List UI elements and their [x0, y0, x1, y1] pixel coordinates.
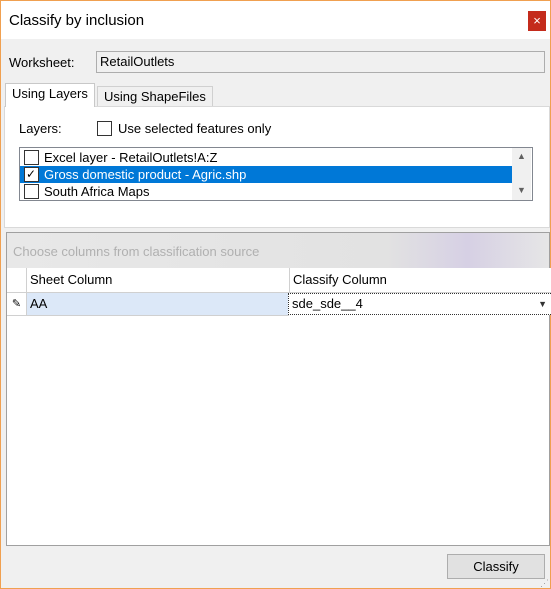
edit-row-icon: ✎ — [7, 293, 27, 316]
layer-item-south-africa[interactable]: South Africa Maps — [20, 183, 512, 200]
layer-checkbox[interactable] — [24, 184, 39, 199]
layer-item-gdp[interactable]: ✓ Gross domestic product - Agric.shp — [20, 166, 512, 183]
layer-checkbox[interactable]: ✓ — [24, 167, 39, 182]
use-selected-checkbox[interactable] — [97, 121, 112, 136]
layer-label: South Africa Maps — [44, 184, 150, 199]
grid-caption-bar: Choose columns from classification sourc… — [7, 233, 549, 268]
use-selected-label[interactable]: Use selected features only — [118, 121, 271, 136]
dialog-window: Classify by inclusion × Worksheet: Retai… — [0, 0, 551, 589]
scroll-down-icon[interactable]: ▼ — [517, 185, 526, 195]
scroll-up-icon[interactable]: ▲ — [517, 151, 526, 161]
checkmark-icon: ✓ — [26, 167, 37, 181]
header-classify-column[interactable]: Classify Column — [290, 268, 551, 293]
grid-caption: Choose columns from classification sourc… — [13, 244, 260, 259]
close-button[interactable]: × — [528, 11, 546, 31]
sheet-column-cell[interactable]: AA — [27, 293, 289, 316]
layers-list[interactable]: Excel layer - RetailOutlets!A:Z ✓ Gross … — [19, 147, 533, 201]
classify-column-value: sde_sde__4 — [292, 296, 363, 311]
row-header-corner — [7, 268, 27, 293]
worksheet-label: Worksheet: — [9, 55, 75, 70]
tab-using-layers[interactable]: Using Layers — [5, 83, 95, 107]
layer-item-excel[interactable]: Excel layer - RetailOutlets!A:Z — [20, 149, 512, 166]
resize-grip-icon[interactable]: ⋰ — [540, 578, 549, 589]
layers-scrollbar[interactable]: ▲ ▼ — [512, 148, 531, 200]
layers-label: Layers: — [19, 121, 62, 136]
classify-column-dropdown[interactable]: sde_sde__4 ▼ — [288, 293, 551, 315]
title-bar: Classify by inclusion × — [1, 1, 550, 39]
layer-label: Gross domestic product - Agric.shp — [44, 167, 247, 182]
close-icon: × — [533, 13, 541, 28]
header-sheet-column[interactable]: Sheet Column — [27, 268, 290, 293]
dropdown-arrow-icon[interactable]: ▼ — [538, 294, 547, 314]
column-mapping-grid: Choose columns from classification sourc… — [6, 232, 551, 546]
layers-tab-panel: Layers: Use selected features only Excel… — [4, 106, 550, 228]
layer-label: Excel layer - RetailOutlets!A:Z — [44, 150, 218, 165]
window-title: Classify by inclusion — [9, 12, 145, 29]
tab-using-shapefiles[interactable]: Using ShapeFiles — [97, 86, 213, 107]
worksheet-field: RetailOutlets — [96, 51, 545, 73]
layer-checkbox[interactable] — [24, 150, 39, 165]
classify-button[interactable]: Classify — [447, 554, 545, 579]
